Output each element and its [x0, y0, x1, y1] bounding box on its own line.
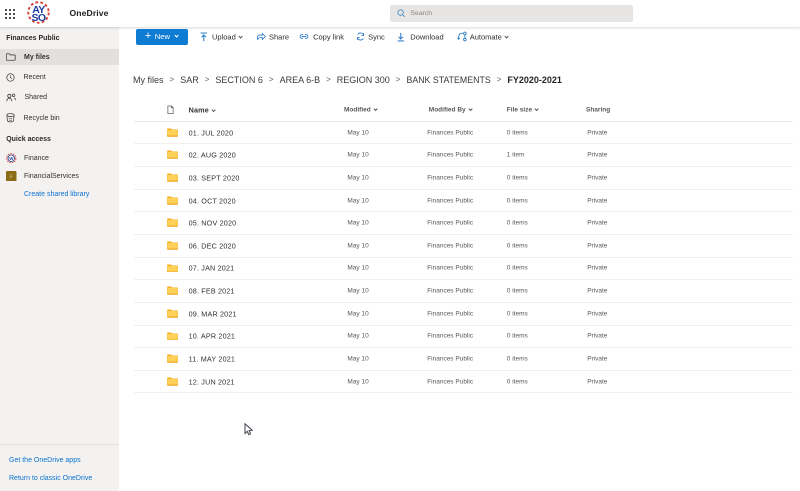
- svg-text:SO: SO: [31, 12, 45, 24]
- svg-text:F: F: [10, 174, 14, 180]
